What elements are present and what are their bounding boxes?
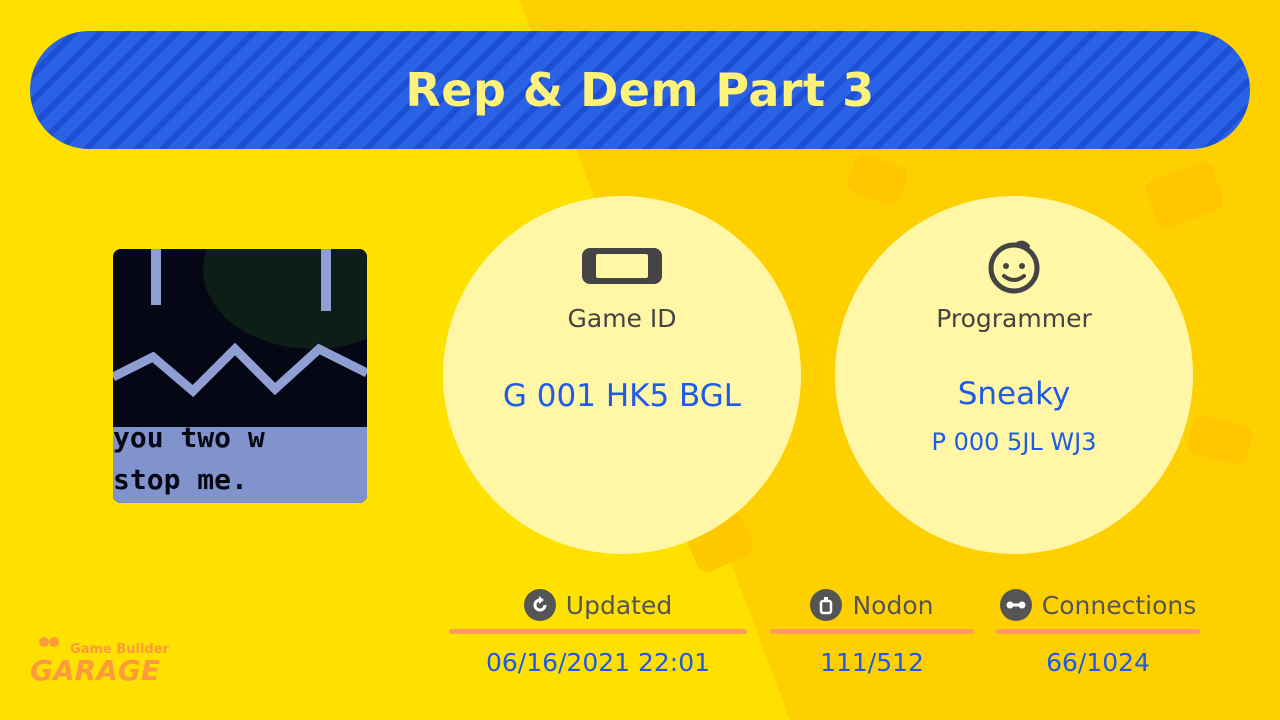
nodon-label: Nodon — [852, 590, 934, 620]
programmer-panel: Programmer Sneaky P 000 5JL WJ3 — [835, 196, 1193, 554]
thumbnail-image: you two w stop me. — [113, 249, 367, 503]
game-builder-garage-logo: Game Builder GARAGE — [30, 636, 170, 687]
programmer-name: Sneaky — [957, 376, 1071, 412]
logo-line-2: GARAGE — [30, 654, 160, 686]
programmer-label: Programmer — [936, 304, 1092, 333]
game-id-label: Game ID — [567, 304, 677, 333]
console-icon — [582, 248, 662, 284]
updated-stat: Updated 06/16/2021 22:01 — [449, 585, 747, 677]
game-id-panel: Game ID G 001 HK5 BGL — [443, 196, 801, 554]
programmer-id: P 000 5JL WJ3 — [931, 428, 1097, 456]
nodon-value: 111/512 — [820, 648, 924, 677]
title-banner: Rep & Dem Part 3 — [30, 31, 1250, 149]
updated-divider — [449, 629, 747, 634]
connections-stat: Connections 66/1024 — [996, 585, 1200, 677]
thumbnail-text-line-2: stop me. — [113, 463, 248, 496]
connection-icon — [999, 589, 1032, 621]
updated-label: Updated — [565, 590, 673, 620]
nodon-divider — [770, 629, 974, 634]
nodon-icon — [810, 589, 843, 621]
game-id-value: G 001 HK5 BGL — [502, 378, 742, 414]
refresh-icon — [523, 589, 556, 621]
connections-label: Connections — [1041, 590, 1197, 620]
face-icon — [988, 240, 1040, 294]
updated-value: 06/16/2021 22:01 — [485, 648, 711, 677]
game-title: Rep & Dem Part 3 — [405, 63, 875, 117]
nodon-stat: Nodon 111/512 — [770, 585, 974, 677]
game-thumbnail: you two w stop me. — [113, 249, 367, 503]
connections-value: 66/1024 — [1046, 648, 1150, 677]
connections-divider — [996, 629, 1200, 634]
thumbnail-text-line-1: you two w — [113, 421, 265, 454]
